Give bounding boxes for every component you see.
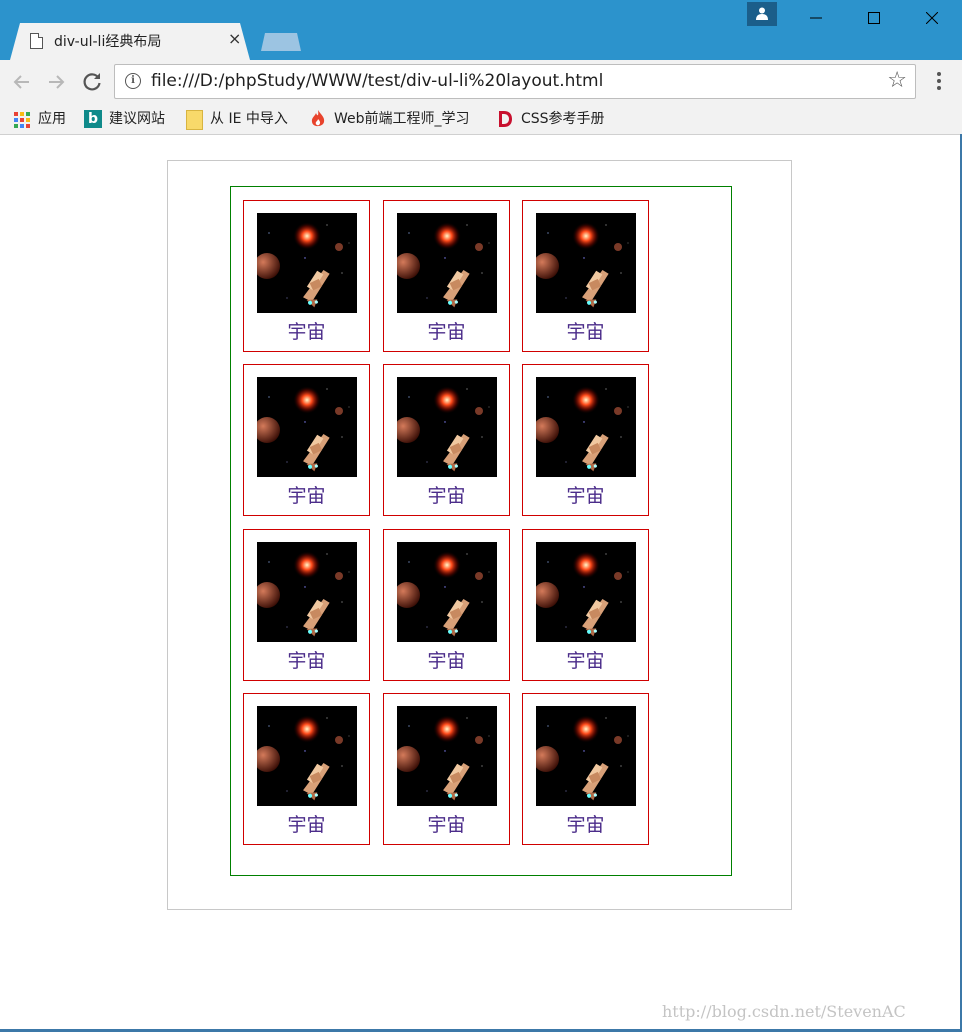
grid-item[interactable]: 宇宙: [243, 529, 370, 681]
d-logo-icon: [499, 111, 512, 127]
grid-item[interactable]: 宇宙: [522, 529, 649, 681]
grid-item[interactable]: 宇宙: [383, 693, 510, 845]
bookmark-label: Web前端工程师_学习: [334, 111, 470, 127]
space-image[interactable]: [397, 706, 497, 806]
new-tab-button[interactable]: [261, 33, 301, 51]
grid-item-caption[interactable]: 宇宙: [384, 649, 509, 673]
space-image[interactable]: [397, 377, 497, 477]
grid-item[interactable]: 宇宙: [383, 364, 510, 516]
back-button[interactable]: [10, 70, 34, 94]
document-icon: [30, 33, 43, 49]
grid-item[interactable]: 宇宙: [522, 200, 649, 352]
grid-item[interactable]: 宇宙: [522, 364, 649, 516]
browser-menu-icon[interactable]: [935, 72, 943, 94]
window-titlebar: div-ul-li经典布局 ×: [0, 0, 962, 60]
forward-button[interactable]: [44, 70, 68, 94]
grid-item[interactable]: 宇宙: [243, 364, 370, 516]
grid-item-caption[interactable]: 宇宙: [244, 813, 369, 837]
url-text[interactable]: file:///D:/phpStudy/WWW/test/div-ul-li%2…: [151, 71, 603, 91]
grid-item[interactable]: 宇宙: [383, 529, 510, 681]
space-image[interactable]: [257, 706, 357, 806]
space-image[interactable]: [536, 213, 636, 313]
reload-icon: [83, 73, 101, 91]
grid-item-caption[interactable]: 宇宙: [384, 320, 509, 344]
folder-icon: [186, 110, 203, 130]
bookmark-css-manual[interactable]: CSS参考手册: [497, 109, 617, 129]
close-icon: [926, 12, 938, 24]
close-window-button[interactable]: [902, 0, 960, 34]
space-image[interactable]: [257, 213, 357, 313]
grid-item-caption[interactable]: 宇宙: [384, 484, 509, 508]
bookmarks-bar: 应用 b 建议网站 从 IE 中导入 Web前端工程师_学习 CSS参考手册: [0, 104, 962, 135]
grid-item-caption[interactable]: 宇宙: [523, 813, 648, 837]
grid-item[interactable]: 宇宙: [243, 200, 370, 352]
watermark: http://blog.csdn.net/StevenAC: [662, 1002, 906, 1021]
grid-item-caption[interactable]: 宇宙: [244, 320, 369, 344]
bing-icon: b: [84, 110, 102, 128]
space-image[interactable]: [536, 706, 636, 806]
grid-item-caption[interactable]: 宇宙: [523, 484, 648, 508]
info-icon[interactable]: i: [125, 73, 141, 89]
space-image[interactable]: [257, 377, 357, 477]
bookmark-import-ie[interactable]: 从 IE 中导入: [186, 109, 298, 130]
space-image[interactable]: [536, 542, 636, 642]
grid-item[interactable]: 宇宙: [383, 200, 510, 352]
grid-item-caption[interactable]: 宇宙: [244, 484, 369, 508]
grid-item-caption[interactable]: 宇宙: [523, 320, 648, 344]
space-image[interactable]: [257, 542, 357, 642]
bookmark-label: 应用: [38, 111, 66, 127]
profile-button[interactable]: [747, 2, 777, 26]
bookmark-apps[interactable]: 应用: [14, 109, 74, 129]
space-image[interactable]: [397, 213, 497, 313]
bookmark-web-frontend[interactable]: Web前端工程师_学习: [310, 109, 480, 129]
person-icon: [756, 7, 768, 20]
bookmark-label: 建议网站: [109, 111, 165, 127]
bookmark-label: 从 IE 中导入: [210, 111, 288, 127]
arrow-right-icon: [49, 75, 65, 89]
grid-item-caption[interactable]: 宇宙: [244, 649, 369, 673]
grid-item[interactable]: 宇宙: [243, 693, 370, 845]
address-bar[interactable]: i file:///D:/phpStudy/WWW/test/div-ul-li…: [114, 64, 916, 99]
maximize-button[interactable]: [844, 0, 902, 34]
flame-icon: [311, 110, 325, 127]
arrow-left-icon: [13, 75, 29, 89]
space-image[interactable]: [397, 542, 497, 642]
apps-grid-icon: [14, 112, 30, 128]
grid-item-caption[interactable]: 宇宙: [523, 649, 648, 673]
grid-item[interactable]: 宇宙: [522, 693, 649, 845]
bookmark-suggested-sites[interactable]: b 建议网站: [84, 109, 174, 129]
minimize-icon: [810, 17, 822, 19]
maximize-icon: [868, 12, 880, 24]
tab-close-button[interactable]: ×: [228, 29, 241, 48]
tab-title: div-ul-li经典布局: [54, 34, 162, 50]
grid-item-caption[interactable]: 宇宙: [384, 813, 509, 837]
bookmark-star-icon[interactable]: ☆: [887, 69, 907, 93]
browser-tab[interactable]: div-ul-li经典布局 ×: [10, 23, 250, 60]
bookmark-label: CSS参考手册: [521, 111, 605, 127]
reload-button[interactable]: [80, 70, 104, 94]
browser-toolbar: i file:///D:/phpStudy/WWW/test/div-ul-li…: [0, 60, 962, 104]
space-image[interactable]: [536, 377, 636, 477]
minimize-button[interactable]: [786, 0, 844, 34]
